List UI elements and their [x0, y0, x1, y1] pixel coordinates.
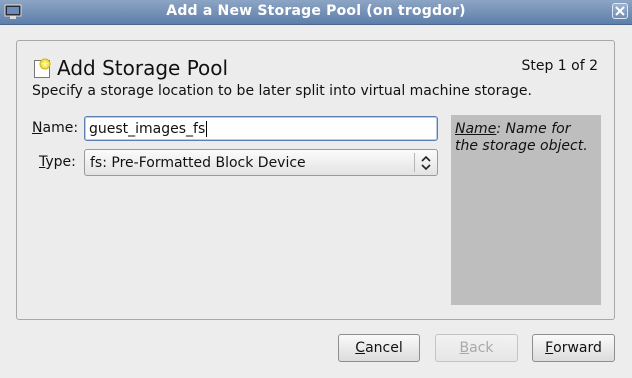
new-storage-icon — [34, 58, 51, 78]
window-title: Add a New Storage Pool (on trogdor) — [166, 3, 466, 19]
close-icon[interactable] — [612, 3, 628, 19]
text-caret — [206, 120, 208, 137]
name-field[interactable]: guest_images_fs — [84, 116, 438, 141]
step-indicator: Step 1 of 2 — [521, 58, 598, 74]
type-select[interactable]: fs: Pre-Formatted Block Device — [84, 149, 438, 176]
content-frame: Add Storage Pool Step 1 of 2 Specify a s… — [16, 40, 615, 320]
forward-button[interactable]: Forward — [532, 334, 615, 362]
title-bar: Add a New Storage Pool (on trogdor) — [0, 0, 632, 25]
page-title: Add Storage Pool — [57, 56, 229, 80]
help-panel: Name: Name for the storage object. — [451, 115, 601, 305]
name-label: Name: — [32, 120, 79, 136]
type-label: Type: — [39, 154, 76, 170]
name-field-value: guest_images_fs — [89, 120, 206, 137]
cancel-button[interactable]: Cancel — [338, 334, 420, 362]
type-select-value: fs: Pre-Formatted Block Device — [90, 154, 306, 171]
help-term: Name — [455, 121, 497, 137]
back-button[interactable]: Back — [435, 334, 518, 362]
select-separator — [414, 153, 415, 172]
updown-arrows-icon — [421, 155, 431, 171]
page-description: Specify a storage location to be later s… — [32, 83, 532, 99]
